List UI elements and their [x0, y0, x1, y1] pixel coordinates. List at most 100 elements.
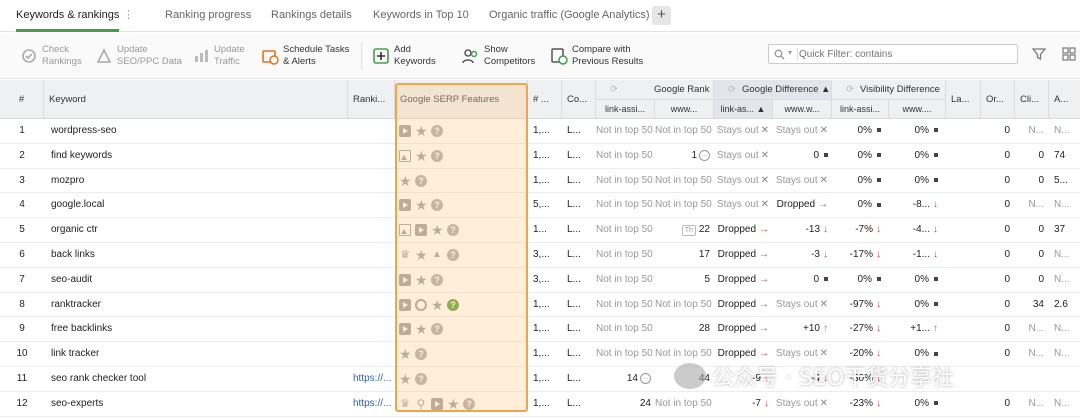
row-number: 7: [0, 268, 44, 292]
tab-menu-icon[interactable]: ⋮: [123, 0, 134, 30]
ranking-url-cell[interactable]: [348, 119, 395, 143]
keyword-cell: organic ctr: [44, 218, 348, 242]
table-row[interactable]: 1 wordpress-seo ★? 1,... L... Not in top 50 No…: [0, 119, 1080, 144]
sync-icon: ⟳: [728, 84, 736, 95]
chevron-down-icon[interactable]: ▾: [788, 48, 792, 57]
competition-value: L...: [567, 199, 581, 211]
col-clicks[interactable]: Cli...: [1015, 80, 1049, 119]
update-seo-ppc-button[interactable]: Update SEO/PPC Data: [95, 42, 182, 70]
tab-rankings-details[interactable]: Rankings details: [271, 0, 352, 32]
col-google-diff-www[interactable]: www.w...: [773, 100, 832, 119]
add-line2: Keywords: [394, 56, 436, 67]
table-row[interactable]: 5 organic ctr ★? 1... L... Not in top 50 Th 22 D…: [0, 218, 1080, 243]
col-searches[interactable]: # ...: [528, 80, 562, 119]
filter-icon[interactable]: [1032, 47, 1046, 61]
ranking-url-cell[interactable]: [348, 317, 395, 341]
col-a[interactable]: A...: [1049, 80, 1080, 119]
update-traffic-icon: [195, 50, 208, 62]
add-keywords-button[interactable]: Add Keywords: [372, 42, 436, 70]
col-number[interactable]: #: [0, 80, 44, 119]
google-diff-link-cell: Dropped →: [714, 218, 773, 242]
serp-features-cell: ★?: [395, 144, 528, 168]
schedule-tasks-button[interactable]: Schedule Tasks & Alerts: [261, 42, 349, 70]
table-row[interactable]: 11 seo rank checker tool https://... ★? 1,..…: [0, 367, 1080, 392]
compare-previous-button[interactable]: Compare with Previous Results: [550, 42, 643, 70]
ranking-url-cell[interactable]: [348, 169, 395, 193]
columns-icon[interactable]: [1062, 47, 1076, 61]
ranking-url-cell[interactable]: [348, 144, 395, 168]
visibility-link-cell: -27% ↓: [832, 317, 889, 341]
serp-features-cell: ★?: [395, 169, 528, 193]
show-competitors-button[interactable]: Show Competitors: [462, 42, 535, 70]
ranking-url-cell[interactable]: [348, 193, 395, 217]
check-rankings-button[interactable]: Check Rankings: [20, 42, 82, 70]
a-cell: 74: [1049, 144, 1080, 168]
tab-keywords-top10[interactable]: Keywords in Top 10: [373, 0, 469, 32]
col-ranking-page[interactable]: Ranki...: [348, 80, 395, 119]
col-google-rank[interactable]: ⟳ Google Rank: [596, 80, 714, 100]
la-cell: [946, 392, 981, 416]
ranking-url-cell[interactable]: https://...: [348, 367, 395, 391]
google-diff-link-value: Stays out: [716, 174, 759, 186]
col-competition[interactable]: Co...: [562, 80, 596, 119]
la-cell: [946, 169, 981, 193]
ranking-url-cell[interactable]: https://...: [348, 392, 395, 416]
col-keyword[interactable]: Keyword: [44, 80, 348, 119]
table-row[interactable]: 3 mozpro ★? 1,... L... Not in top 50 Not in to…: [0, 169, 1080, 194]
col-visibility-link[interactable]: link-assi...: [832, 100, 889, 119]
row-number: 4: [0, 193, 44, 217]
google-diff-link-status-icon: →: [759, 323, 769, 335]
question-icon: ?: [431, 323, 443, 336]
searches-cell: 1...: [528, 218, 562, 242]
la-cell: [946, 342, 981, 366]
table-row[interactable]: 9 free backlinks ★? 1,... L... Not in top 50 2…: [0, 317, 1080, 343]
table-row[interactable]: 10 link tracker ★? 1,... L... Not in top 50 No…: [0, 342, 1080, 367]
visibility-link-status-icon: ↓: [876, 298, 881, 310]
a-cell: 37: [1049, 218, 1080, 242]
google-rank-www-cell: 17: [655, 243, 714, 267]
google-diff-www-value: 0: [813, 273, 819, 285]
tab-organic-traffic[interactable]: Organic traffic (Google Analytics): [489, 0, 650, 32]
quick-filter-input[interactable]: [799, 46, 1014, 62]
col-google-difference[interactable]: ⟳ Google Difference ▲: [714, 80, 832, 100]
update-traffic-button[interactable]: Update Traffic: [192, 42, 245, 70]
quick-filter[interactable]: ▾: [768, 44, 1018, 64]
visibility-link-value: -30%: [849, 373, 873, 384]
serp-feature-icons: ★?: [395, 169, 528, 193]
visibility-link-value: -17%: [849, 249, 873, 260]
google-diff-link-value: Dropped: [717, 348, 756, 360]
google-diff-www-status-icon: ↓: [823, 249, 828, 260]
table-row[interactable]: 7 seo-audit ★? 3,... L... Not in top 50 5 Dropp…: [0, 268, 1080, 293]
google-rank-www-value: 22: [698, 224, 710, 236]
table-row[interactable]: 4 google.local ★? 5,... L... Not in top 50 Not…: [0, 193, 1080, 219]
visibility-link-status-icon: [877, 128, 881, 133]
col-la[interactable]: La...: [946, 80, 981, 119]
col-serp-features[interactable]: Google SERP Features: [395, 80, 528, 119]
table-row[interactable]: 6 back links ♛ ★ ▲? 3,... L... Not in top 50 17 D…: [0, 243, 1080, 268]
ranking-url-cell[interactable]: [348, 293, 395, 317]
table-row[interactable]: 12 seo-experts https://... ♛ ⚲ ★? 1,... L... 24 N…: [0, 392, 1080, 417]
col-visibility-www[interactable]: www....: [889, 100, 946, 119]
ranking-url-cell[interactable]: [348, 268, 395, 292]
competition-value: L...: [567, 323, 581, 335]
google-diff-www-status-icon: [824, 277, 828, 282]
star-icon: ★: [399, 371, 412, 387]
ranking-url-cell[interactable]: [348, 218, 395, 242]
tab-ranking-progress[interactable]: Ranking progress: [165, 0, 251, 32]
ranking-url-cell[interactable]: [348, 342, 395, 366]
add-tab-button[interactable]: +: [652, 6, 671, 25]
col-google-diff-link[interactable]: link-as... ▲: [714, 100, 773, 119]
col-organic[interactable]: Or...: [981, 80, 1015, 119]
organic-value: 0: [1004, 149, 1010, 161]
col-google-rank-www[interactable]: www...: [655, 100, 714, 119]
col-google-rank-link[interactable]: link-assi...: [596, 100, 655, 119]
visibility-www-value: -1...: [912, 249, 930, 260]
table-row[interactable]: 8 ranktracker ★? 1,... L... Not in top 50 Not …: [0, 293, 1080, 318]
a-value: 2.6: [1054, 298, 1068, 310]
table-row[interactable]: 2 find keywords ★? 1,... L... Not in top 50 1……: [0, 144, 1080, 169]
col-visibility-difference[interactable]: ⟳ Visibility Difference: [832, 80, 946, 100]
tab-keywords-rankings[interactable]: Keywords & rankings: [16, 0, 120, 32]
ranking-url-cell[interactable]: [348, 243, 395, 267]
sync-icon: ⟳: [846, 84, 854, 95]
google-rank-www-cell: 28: [655, 317, 714, 341]
